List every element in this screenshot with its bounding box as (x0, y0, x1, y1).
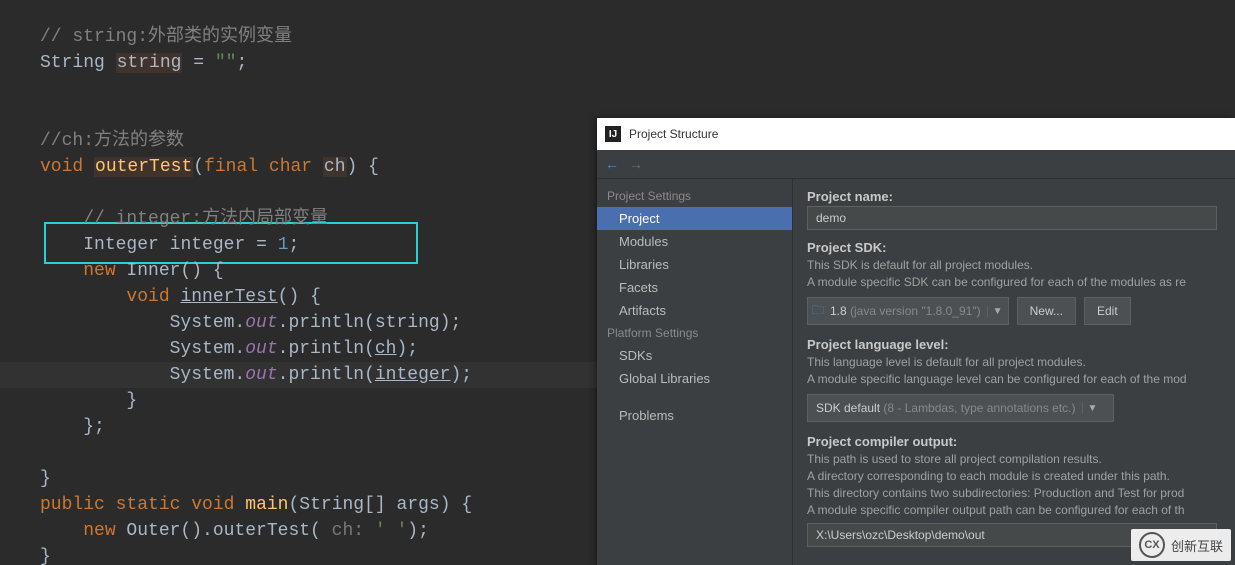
sidebar-item-project[interactable]: Project (597, 207, 792, 230)
project-name-input[interactable] (807, 206, 1217, 230)
back-icon[interactable]: ← (605, 156, 619, 172)
watermark-text: 创新互联 (1171, 536, 1223, 555)
dialog-icon: IJ (605, 126, 621, 142)
sidebar-item-artifacts[interactable]: Artifacts (597, 299, 792, 322)
watermark: CX 创新互联 (1131, 529, 1231, 561)
compiler-output-label: Project compiler output: (807, 434, 1235, 449)
watermark-icon: CX (1139, 532, 1165, 558)
dialog-toolbar: ← → (597, 150, 1235, 179)
project-sdk-label: Project SDK: (807, 240, 1235, 255)
sidebar-item-problems[interactable]: Problems (597, 404, 792, 427)
sidebar-item-libraries[interactable]: Libraries (597, 253, 792, 276)
project-sdk-desc2: A module specific SDK can be configured … (807, 274, 1235, 291)
edit-sdk-button[interactable]: Edit (1084, 297, 1131, 325)
language-level-desc2: A module specific language level can be … (807, 371, 1235, 388)
dialog-titlebar[interactable]: IJ Project Structure (597, 118, 1235, 150)
project-structure-dialog: IJ Project Structure ← → Project Setting… (597, 118, 1235, 565)
project-sdk-desc: This SDK is default for all project modu… (807, 257, 1235, 274)
sidebar-item-modules[interactable]: Modules (597, 230, 792, 253)
sidebar-item-facets[interactable]: Facets (597, 276, 792, 299)
dialog-content: Project name: Project SDK: This SDK is d… (793, 179, 1235, 565)
chevron-down-icon[interactable]: ▼ (987, 306, 1008, 317)
chevron-down-icon[interactable]: ▼ (1082, 403, 1103, 414)
sidebar-section-project-settings: Project Settings (597, 185, 792, 207)
language-level-combo[interactable]: SDK default (8 - Lambdas, type annotatio… (807, 394, 1114, 422)
language-level-label: Project language level: (807, 337, 1235, 352)
code-editor[interactable]: // string:外部类的实例变量 String string = ""; /… (0, 0, 597, 565)
project-name-label: Project name: (807, 189, 1235, 204)
code-comment: // string:外部类的实例变量 (40, 27, 292, 47)
dialog-sidebar: Project Settings Project Modules Librari… (597, 179, 793, 565)
sidebar-section-platform-settings: Platform Settings (597, 322, 792, 344)
sidebar-item-sdks[interactable]: SDKs (597, 344, 792, 367)
forward-icon[interactable]: → (629, 156, 643, 172)
dialog-title: Project Structure (629, 127, 718, 141)
project-sdk-combo[interactable]: 🗀 1.8 (java version "1.8.0_91") ▼ (807, 297, 1009, 325)
new-sdk-button[interactable]: New... (1017, 297, 1076, 325)
language-level-desc: This language level is default for all p… (807, 354, 1235, 371)
code-block: // string:外部类的实例变量 String string = ""; /… (40, 24, 597, 565)
sidebar-item-global-libraries[interactable]: Global Libraries (597, 367, 792, 390)
folder-icon: 🗀 (808, 301, 828, 322)
